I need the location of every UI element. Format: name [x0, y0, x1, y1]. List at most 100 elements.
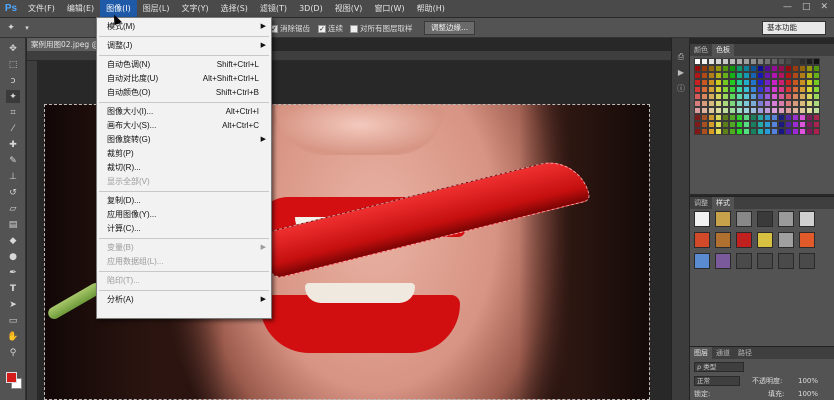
actions-panel-icon[interactable]: ▶	[676, 68, 686, 78]
color-swatch[interactable]	[799, 107, 806, 114]
color-swatch[interactable]	[736, 121, 743, 128]
color-swatch[interactable]	[701, 79, 708, 86]
minimize-button[interactable]: —	[783, 2, 792, 12]
color-swatch[interactable]	[778, 86, 785, 93]
color-swatch[interactable]	[757, 72, 764, 79]
color-swatch[interactable]	[813, 72, 820, 79]
color-swatch[interactable]	[813, 121, 820, 128]
color-swatch[interactable]	[694, 100, 701, 107]
color-swatch[interactable]	[708, 86, 715, 93]
menu-item-5[interactable]: 选择(S)	[215, 0, 254, 18]
color-swatch[interactable]	[792, 58, 799, 65]
blur-tool-icon[interactable]: ◆	[6, 234, 20, 247]
tool-preset-dropdown-icon[interactable]: ▾	[20, 21, 34, 34]
color-swatch[interactable]	[729, 100, 736, 107]
color-swatch[interactable]	[799, 65, 806, 72]
color-swatch[interactable]	[813, 58, 820, 65]
color-swatch[interactable]	[813, 93, 820, 100]
color-swatch[interactable]	[757, 86, 764, 93]
color-swatch[interactable]	[799, 128, 806, 135]
color-swatch[interactable]	[715, 86, 722, 93]
color-swatch[interactable]	[813, 65, 820, 72]
color-swatch[interactable]	[813, 114, 820, 121]
color-swatch[interactable]	[722, 107, 729, 114]
color-swatch[interactable]	[757, 100, 764, 107]
color-swatch[interactable]	[771, 79, 778, 86]
color-swatch[interactable]	[708, 72, 715, 79]
style-preset[interactable]	[757, 253, 773, 269]
image-menu-item[interactable]: 计算(C)...	[97, 222, 271, 235]
color-swatch[interactable]	[764, 65, 771, 72]
zoom-tool-icon[interactable]: ⚲	[6, 346, 20, 359]
color-swatch[interactable]	[757, 128, 764, 135]
document-tab[interactable]: 案例用图02.jpeg @	[27, 38, 105, 51]
color-swatch[interactable]	[715, 93, 722, 100]
color-swatch[interactable]	[736, 107, 743, 114]
pen-tool-icon[interactable]: ✒	[6, 266, 20, 279]
panel-tab[interactable]: 色板	[712, 44, 734, 56]
shape-tool-icon[interactable]: ▭	[6, 314, 20, 327]
color-swatch[interactable]	[778, 114, 785, 121]
gradient-tool-icon[interactable]: ▤	[6, 218, 20, 231]
color-swatch[interactable]	[694, 128, 701, 135]
style-preset[interactable]	[694, 211, 710, 227]
color-swatch[interactable]	[701, 107, 708, 114]
color-swatch[interactable]	[750, 114, 757, 121]
style-preset[interactable]	[778, 253, 794, 269]
color-swatch[interactable]	[715, 79, 722, 86]
color-swatch[interactable]	[764, 93, 771, 100]
image-menu-item[interactable]: 自动色调(N) Shift+Ctrl+L	[97, 58, 271, 71]
color-swatch[interactable]	[757, 121, 764, 128]
color-swatch[interactable]	[701, 93, 708, 100]
color-swatch[interactable]	[729, 107, 736, 114]
color-swatch[interactable]	[743, 65, 750, 72]
color-swatch[interactable]	[715, 72, 722, 79]
color-swatch[interactable]	[806, 58, 813, 65]
color-swatch[interactable]	[757, 107, 764, 114]
style-preset[interactable]	[715, 232, 731, 248]
eraser-tool-icon[interactable]: ▱	[6, 202, 20, 215]
color-swatch[interactable]	[813, 86, 820, 93]
fill-value[interactable]: 100%	[798, 388, 818, 400]
color-swatch[interactable]	[694, 65, 701, 72]
color-swatch[interactable]	[813, 100, 820, 107]
color-swatch[interactable]	[771, 114, 778, 121]
color-swatch[interactable]	[785, 128, 792, 135]
opacity-value[interactable]: 100%	[798, 375, 818, 387]
color-swatch[interactable]	[771, 65, 778, 72]
color-swatch[interactable]	[715, 121, 722, 128]
color-swatch[interactable]	[708, 93, 715, 100]
color-swatch[interactable]	[750, 65, 757, 72]
color-swatch[interactable]	[792, 93, 799, 100]
color-swatch[interactable]	[792, 121, 799, 128]
color-swatch[interactable]	[743, 100, 750, 107]
marquee-tool-icon[interactable]: ⬚	[6, 58, 20, 71]
image-menu-item[interactable]: 调整(J) ▶	[97, 39, 271, 52]
color-swatch[interactable]	[722, 100, 729, 107]
color-swatch[interactable]	[813, 107, 820, 114]
clone-stamp-icon[interactable]: ⊥	[6, 170, 20, 183]
color-swatch[interactable]	[778, 58, 785, 65]
color-swatch[interactable]	[750, 121, 757, 128]
color-swatch[interactable]	[729, 72, 736, 79]
brush-tool-icon[interactable]: ✎	[6, 154, 20, 167]
move-tool-icon[interactable]: ✥	[6, 42, 20, 55]
color-swatch[interactable]	[736, 114, 743, 121]
panel-tab[interactable]: 路径	[734, 347, 756, 359]
color-swatch[interactable]	[715, 107, 722, 114]
menu-item-10[interactable]: 帮助(H)	[411, 0, 451, 18]
color-swatch[interactable]	[806, 128, 813, 135]
path-selection-icon[interactable]: ➤	[6, 298, 20, 311]
color-swatch[interactable]	[729, 114, 736, 121]
color-swatch[interactable]	[736, 100, 743, 107]
color-swatch[interactable]	[771, 100, 778, 107]
color-swatch[interactable]	[764, 128, 771, 135]
color-swatch[interactable]	[708, 121, 715, 128]
color-swatch[interactable]	[729, 58, 736, 65]
image-menu-item[interactable]: 图像旋转(G) ▶	[97, 133, 271, 146]
menu-item-8[interactable]: 视图(V)	[329, 0, 369, 18]
color-swatch[interactable]	[785, 107, 792, 114]
color-swatch[interactable]	[750, 86, 757, 93]
color-swatch[interactable]	[722, 114, 729, 121]
color-swatch[interactable]	[778, 107, 785, 114]
